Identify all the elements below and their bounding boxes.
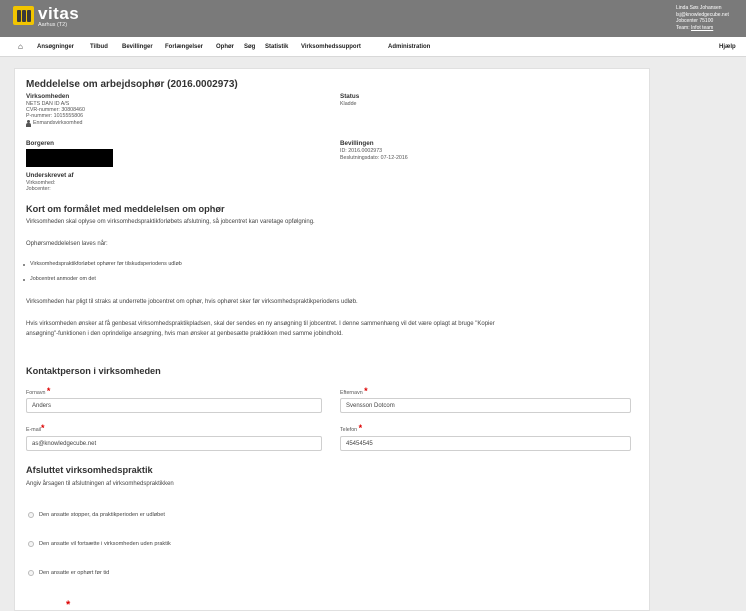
nav-item-administration[interactable]: Administration: [388, 44, 430, 50]
ended-intro: Angiv årsagen til afslutningen af virkso…: [26, 481, 174, 487]
grant-heading: Bevillingen: [340, 140, 374, 147]
person-icon: [26, 120, 31, 127]
status-value: Kladde: [340, 101, 357, 107]
phone-label: Telefon *: [340, 423, 363, 434]
nav-item-virksomhedssupport[interactable]: Virksomhedssupport: [301, 44, 361, 50]
radio-label-2[interactable]: Den ansatte vil fortsætte i virksomheden…: [39, 541, 171, 547]
bullet-icon: [23, 264, 25, 266]
purpose-paragraph-3: Virksomheden har pligt til straks at und…: [26, 299, 358, 305]
grant-decision-date: Beslutningsdato: 07-12-2016: [340, 155, 408, 161]
radio-option-3[interactable]: [28, 570, 34, 576]
logo-text: vitas: [38, 4, 80, 23]
radio-option-1[interactable]: [28, 512, 34, 518]
nav-item-soeg[interactable]: Søg: [244, 44, 255, 50]
bullet-icon: [23, 279, 25, 281]
radio-label-1[interactable]: Den ansatte stopper, da praktikperioden …: [39, 512, 165, 518]
email-label: E-mail*: [26, 423, 45, 434]
grant-id: ID: 2016.0002973: [340, 148, 383, 154]
purpose-bullet-1: Virksomhedspraktikforløbet ophører før t…: [30, 261, 182, 267]
citizen-heading: Borgeren: [26, 140, 54, 147]
nav-item-statistik[interactable]: Statistik: [265, 44, 288, 50]
company-p-number: P-nummer: 1015555806: [26, 113, 84, 119]
status-heading: Status: [340, 93, 360, 100]
nav-item-help[interactable]: Hjælp: [719, 44, 736, 50]
first-name-label: Fornavn *: [26, 386, 51, 397]
team-prefix: Team:: [676, 24, 690, 31]
purpose-paragraph-1: Virksomheden skal oplyse om virksomhedsp…: [26, 219, 315, 225]
required-mark: *: [358, 423, 363, 433]
email-field[interactable]: as@knowledgecube.net: [26, 436, 322, 451]
required-mark: *: [364, 386, 368, 396]
signed-heading: Underskrevet af: [26, 172, 74, 179]
phone-field[interactable]: 45454545: [340, 436, 631, 451]
nav-item-tilbud[interactable]: Tilbud: [90, 44, 108, 50]
purpose-bullet-2: Jobcentret anmoder om det: [30, 276, 96, 282]
home-icon[interactable]: ⌂: [18, 42, 23, 51]
first-name-input[interactable]: Anders: [26, 398, 322, 413]
required-mark: *: [46, 386, 51, 396]
logo-mark-icon: [13, 6, 34, 25]
app-header: vitas Aarhus (T2) Linda Søs Johansen lsj…: [0, 0, 746, 37]
nav-item-ansoegninger[interactable]: Ansøgninger: [37, 44, 74, 50]
page-title: Meddelelse om arbejdsophør (2016.0002973…: [26, 79, 238, 90]
radio-label-3[interactable]: Den ansatte er ophørt før tid: [39, 570, 109, 576]
required-mark: *: [66, 599, 71, 611]
user-email: lsj@knowledgecube.net: [676, 11, 729, 18]
main-nav: ⌂ Ansøgninger Tilbud Bevillinger Forlæng…: [0, 37, 746, 57]
last-name-label: Efternavn *: [340, 386, 368, 397]
required-mark: *: [41, 423, 45, 433]
radio-option-2[interactable]: [28, 541, 34, 547]
purpose-paragraph-2: Ophørsmeddelelsen laves når:: [26, 241, 108, 247]
user-jobcenter: Jobcenter 75100: [676, 18, 714, 25]
company-type: Enmandsvirksomhed: [33, 120, 83, 126]
signed-jobcenter: Jobcenter:: [26, 186, 51, 192]
last-name-input[interactable]: Svensson Dotcom: [340, 398, 631, 413]
citizen-redacted-block: [26, 149, 113, 167]
nav-item-bevillinger[interactable]: Bevillinger: [122, 44, 153, 50]
contact-heading: Kontaktperson i virksomheden: [26, 366, 161, 376]
purpose-paragraph-4a: Hvis virksomheden ønsker at få genbesat …: [26, 321, 495, 327]
nav-item-forlaengelser[interactable]: Forlængelser: [165, 44, 203, 50]
purpose-heading: Kort om formålet med meddelelsen om ophø…: [26, 204, 225, 214]
logo-subtitle: Aarhus (T2): [38, 22, 68, 28]
team-link[interactable]: Infot team: [691, 25, 713, 31]
user-info: Linda Søs Johansen lsj@knowledgecube.net…: [676, 5, 729, 31]
main-card: Meddelelse om arbejdsophør (2016.0002973…: [14, 68, 650, 611]
user-name: Linda Søs Johansen: [676, 5, 722, 11]
purpose-paragraph-4b: ansøgning"-funktionen i den oprindelige …: [26, 331, 343, 337]
ended-heading: Afsluttet virksomhedspraktik: [26, 465, 153, 475]
nav-item-ophoer[interactable]: Ophør: [216, 44, 234, 50]
user-team: Team: Infot team: [676, 25, 729, 32]
company-heading: Virksomheden: [26, 93, 70, 100]
